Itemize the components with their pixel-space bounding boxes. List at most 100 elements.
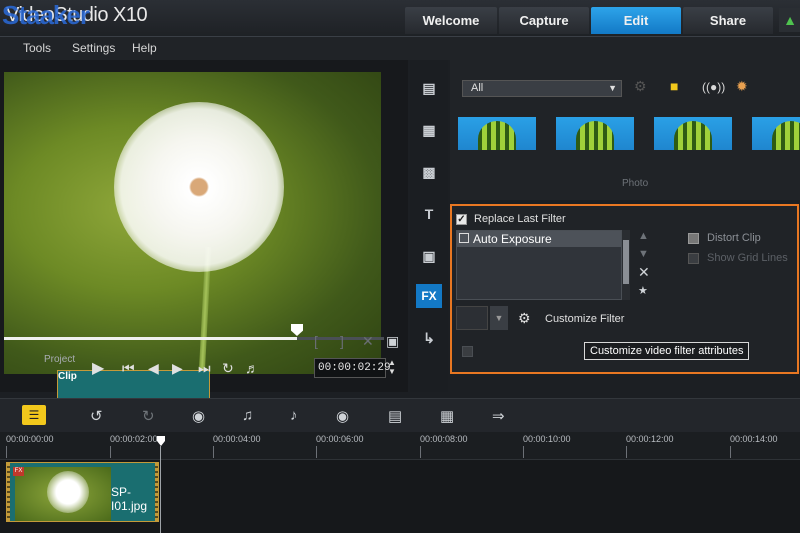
tab-welcome[interactable]: Welcome	[405, 7, 497, 34]
ruler-tick	[213, 446, 214, 458]
thumbnail-image	[772, 121, 800, 150]
tab-edit[interactable]: Edit	[591, 7, 681, 34]
mode-project[interactable]: Project	[44, 354, 75, 365]
record-capture-icon[interactable]: ◉	[192, 407, 205, 425]
timecode-display[interactable]: 00:00:02:29	[314, 358, 391, 378]
title-bar: VideoStudio X10 Staaker Welcome Capture …	[0, 0, 800, 36]
add-filter-icon[interactable]: ⚙	[634, 78, 647, 95]
menu-bar: Tools Settings Help	[0, 36, 800, 60]
checkbox-icon[interactable]	[459, 233, 469, 243]
go-to-end-icon[interactable]: ⏭	[198, 360, 211, 377]
thumbnail-image	[674, 121, 712, 150]
menu-settings[interactable]: Settings	[72, 41, 115, 55]
timecode-spin-icon[interactable]: ▲ ▼	[388, 358, 396, 376]
undo-icon[interactable]: ↺	[90, 407, 103, 425]
tab-share[interactable]: Share	[683, 7, 773, 34]
ruler-tick-label: 00:00:10:00	[523, 434, 571, 444]
ruler-tick	[420, 446, 421, 458]
library-caption: Photo	[622, 178, 649, 189]
transition-icon[interactable]: ▩	[416, 160, 442, 184]
thumbnail-image	[478, 121, 516, 150]
split-screen-icon[interactable]: ⇒	[492, 407, 505, 425]
ruler-tick-label: 00:00:14:00	[730, 434, 778, 444]
app-window: VideoStudio X10 Staaker Welcome Capture …	[0, 0, 800, 533]
clip-fx-badge: FX	[13, 467, 24, 476]
delete-filter-icon[interactable]: ✕	[638, 264, 650, 281]
sound-mixer-icon[interactable]: ♫	[242, 407, 253, 424]
ruler-tick	[6, 446, 7, 458]
path-icon[interactable]: ↳	[416, 326, 442, 350]
preset-dropdown-icon[interactable]: ▼	[490, 306, 508, 330]
filter-thumbnail[interactable]	[556, 117, 634, 150]
tab-capture[interactable]: Capture	[499, 7, 589, 34]
filter-list-scrollbar[interactable]	[622, 230, 630, 300]
add-to-favorites-icon[interactable]: ★	[638, 284, 648, 297]
go-to-start-icon[interactable]: ⏮	[122, 360, 135, 377]
volume-icon[interactable]: ♬	[245, 360, 259, 376]
redo-icon[interactable]: ↻	[142, 407, 155, 425]
next-frame-icon[interactable]: ▶	[172, 360, 183, 377]
ruler-tick-label: 00:00:12:00	[626, 434, 674, 444]
filter-thumbnail[interactable]	[458, 117, 536, 150]
customize-filter-icon[interactable]: ⚙	[518, 310, 538, 328]
move-up-icon[interactable]: ▲	[638, 230, 649, 242]
customize-filter-label[interactable]: Customize Filter	[545, 313, 624, 325]
audio-filter-icon[interactable]: ((●))	[702, 80, 725, 94]
move-down-icon[interactable]: ▼	[638, 248, 649, 260]
distort-clip-checkbox[interactable]	[688, 233, 699, 244]
ruler-tick	[730, 446, 731, 458]
dandelion-image	[114, 102, 284, 272]
scrollbar-thumb[interactable]	[623, 240, 629, 284]
clip-thumbnail-image	[47, 471, 89, 513]
subtitle-editor-icon[interactable]: ▤	[388, 407, 402, 425]
library-filter-value: All	[471, 82, 484, 94]
play-icon[interactable]: ▶	[92, 358, 104, 378]
home-icon[interactable]: ▲	[779, 8, 800, 32]
title-icon[interactable]: T	[416, 202, 442, 226]
mark-in-icon[interactable]: [	[314, 333, 318, 349]
thumbnail-image	[576, 121, 614, 150]
timeline-toolbar: ☰ ↺ ↻ ◉ ♫ ♪ ◉ ▤ ▦ ⇒	[0, 398, 800, 432]
previous-frame-icon[interactable]: ◀	[148, 360, 159, 377]
timeline-clip[interactable]: FX SP-I01.jpg	[6, 462, 159, 522]
fx-icon[interactable]: FX	[416, 284, 442, 308]
menu-tools[interactable]: Tools	[23, 41, 51, 55]
replace-last-filter-checkbox[interactable]: ✓	[456, 214, 467, 225]
repeat-icon[interactable]: ↻	[222, 360, 234, 377]
filter-thumbnail[interactable]	[752, 117, 800, 150]
enlarge-preview-icon[interactable]: ▣	[386, 333, 399, 350]
scrub-bar-played[interactable]	[4, 337, 297, 340]
filter-item-label: Auto Exposure	[473, 232, 552, 246]
timeline-playhead-line	[160, 446, 161, 533]
auto-music-icon[interactable]: ♪	[290, 407, 298, 424]
graphic-icon[interactable]: ▣	[416, 244, 442, 268]
tooltip: Customize video filter attributes	[584, 342, 750, 360]
ruler-tick-label: 00:00:02:00	[110, 434, 158, 444]
motion-tracking-icon[interactable]: ◉	[336, 407, 349, 425]
options-icon[interactable]: ✹	[736, 78, 748, 95]
applied-filter-list[interactable]: Auto Exposure	[456, 230, 622, 300]
workspace-tabs: Welcome Capture Edit Share	[405, 7, 775, 34]
clip-trim-handle-left[interactable]	[7, 463, 10, 521]
ruler-tick	[316, 446, 317, 458]
preset-box[interactable]	[456, 306, 488, 330]
multi-trim-icon[interactable]: ▦	[440, 407, 454, 425]
replace-last-filter-label: Replace Last Filter	[474, 213, 566, 225]
library-filter-dropdown[interactable]: All ▼	[462, 80, 622, 97]
clip-trim-handle-right[interactable]	[155, 463, 158, 521]
timeline-ruler[interactable]: 00:00:00:00 00:00:02:00 00:00:04:00 00:0…	[0, 432, 800, 460]
media-icon[interactable]: ▤	[416, 76, 442, 100]
folder-icon[interactable]: ■	[670, 78, 678, 94]
list-item[interactable]: Auto Exposure	[457, 231, 621, 247]
ruler-tick	[110, 446, 111, 458]
storyboard-view-icon[interactable]: ☰	[22, 405, 46, 425]
menu-help[interactable]: Help	[132, 41, 157, 55]
clip-name: SP-I01.jpg	[111, 485, 148, 513]
ruler-tick-label: 00:00:00:00	[6, 434, 54, 444]
mark-out-icon[interactable]: ]	[340, 333, 344, 349]
instant-project-icon[interactable]: ▦	[416, 118, 442, 142]
filter-thumbnail[interactable]	[654, 117, 732, 150]
video-preview	[4, 72, 381, 374]
ruler-tick	[523, 446, 524, 458]
split-clip-icon[interactable]: ✕	[362, 333, 374, 350]
